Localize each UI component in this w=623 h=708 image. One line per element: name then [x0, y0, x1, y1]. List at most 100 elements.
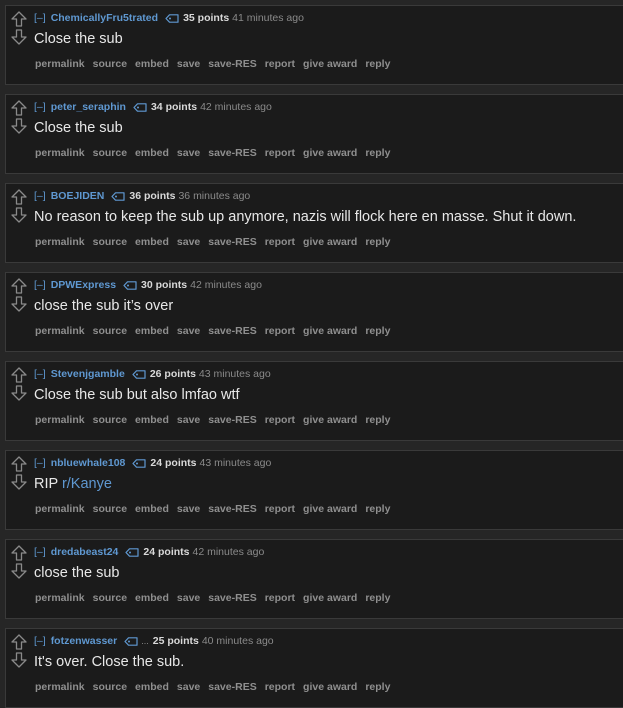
permalink-button[interactable]: permalink [35, 58, 85, 70]
save-res-button[interactable]: save-RES [208, 503, 256, 515]
report-button[interactable]: report [265, 325, 295, 337]
permalink-button[interactable]: permalink [35, 503, 85, 515]
give-award-button[interactable]: give award [303, 414, 357, 426]
downvote-arrow-icon[interactable] [11, 296, 27, 312]
give-award-button[interactable]: give award [303, 681, 357, 693]
upvote-arrow-icon[interactable] [11, 11, 27, 27]
source-button[interactable]: source [93, 147, 127, 159]
reply-button[interactable]: reply [365, 503, 390, 515]
embed-button[interactable]: embed [135, 681, 169, 693]
report-button[interactable]: report [265, 58, 295, 70]
reply-button[interactable]: reply [365, 681, 390, 693]
save-button[interactable]: save [177, 147, 200, 159]
reply-button[interactable]: reply [365, 325, 390, 337]
permalink-button[interactable]: permalink [35, 325, 85, 337]
save-button[interactable]: save [177, 592, 200, 604]
reply-button[interactable]: reply [365, 592, 390, 604]
permalink-button[interactable]: permalink [35, 681, 85, 693]
save-res-button[interactable]: save-RES [208, 681, 256, 693]
source-button[interactable]: source [93, 236, 127, 248]
downvote-arrow-icon[interactable] [11, 652, 27, 668]
report-button[interactable]: report [265, 236, 295, 248]
comment-author[interactable]: nbluewhale108 [51, 457, 126, 469]
source-button[interactable]: source [93, 325, 127, 337]
embed-button[interactable]: embed [135, 147, 169, 159]
give-award-button[interactable]: give award [303, 147, 357, 159]
collapse-toggle[interactable]: [–] [34, 279, 46, 291]
collapse-toggle[interactable]: [–] [34, 457, 46, 469]
upvote-arrow-icon[interactable] [11, 100, 27, 116]
embed-button[interactable]: embed [135, 236, 169, 248]
permalink-button[interactable]: permalink [35, 147, 85, 159]
upvote-arrow-icon[interactable] [11, 367, 27, 383]
collapse-toggle[interactable]: [–] [34, 190, 46, 202]
give-award-button[interactable]: give award [303, 592, 357, 604]
reply-button[interactable]: reply [365, 236, 390, 248]
give-award-button[interactable]: give award [303, 58, 357, 70]
give-award-button[interactable]: give award [303, 325, 357, 337]
give-award-button[interactable]: give award [303, 503, 357, 515]
report-button[interactable]: report [265, 503, 295, 515]
subreddit-link[interactable]: r/Kanye [62, 476, 112, 492]
comment-author[interactable]: dredabeast24 [51, 546, 119, 558]
report-button[interactable]: report [265, 414, 295, 426]
permalink-button[interactable]: permalink [35, 414, 85, 426]
flair-tag-icon [125, 548, 139, 557]
embed-button[interactable]: embed [135, 592, 169, 604]
collapse-toggle[interactable]: [–] [34, 368, 46, 380]
source-button[interactable]: source [93, 592, 127, 604]
comment-author[interactable]: fotzenwasser [51, 635, 118, 647]
downvote-arrow-icon[interactable] [11, 29, 27, 45]
downvote-arrow-icon[interactable] [11, 474, 27, 490]
comment-author[interactable]: ChemicallyFru5trated [51, 12, 158, 24]
reply-button[interactable]: reply [365, 147, 390, 159]
save-res-button[interactable]: save-RES [208, 325, 256, 337]
report-button[interactable]: report [265, 592, 295, 604]
collapse-toggle[interactable]: [–] [34, 101, 46, 113]
downvote-arrow-icon[interactable] [11, 385, 27, 401]
save-button[interactable]: save [177, 503, 200, 515]
save-res-button[interactable]: save-RES [208, 147, 256, 159]
collapse-toggle[interactable]: [–] [34, 635, 46, 647]
save-button[interactable]: save [177, 681, 200, 693]
save-res-button[interactable]: save-RES [208, 592, 256, 604]
save-res-button[interactable]: save-RES [208, 236, 256, 248]
reply-button[interactable]: reply [365, 58, 390, 70]
save-res-button[interactable]: save-RES [208, 414, 256, 426]
downvote-arrow-icon[interactable] [11, 563, 27, 579]
give-award-button[interactable]: give award [303, 236, 357, 248]
upvote-arrow-icon[interactable] [11, 189, 27, 205]
comment-author[interactable]: peter_seraphin [51, 101, 126, 113]
flair-tag-icon [132, 370, 146, 379]
source-button[interactable]: source [93, 414, 127, 426]
comment-author[interactable]: BOEJIDEN [51, 190, 105, 202]
source-button[interactable]: source [93, 58, 127, 70]
reply-button[interactable]: reply [365, 414, 390, 426]
upvote-arrow-icon[interactable] [11, 456, 27, 472]
report-button[interactable]: report [265, 147, 295, 159]
comment-author[interactable]: Stevenjgamble [51, 368, 125, 380]
downvote-arrow-icon[interactable] [11, 207, 27, 223]
save-button[interactable]: save [177, 414, 200, 426]
permalink-button[interactable]: permalink [35, 236, 85, 248]
permalink-button[interactable]: permalink [35, 592, 85, 604]
upvote-arrow-icon[interactable] [11, 634, 27, 650]
flair-tag-icon [123, 281, 137, 290]
save-res-button[interactable]: save-RES [208, 58, 256, 70]
embed-button[interactable]: embed [135, 58, 169, 70]
source-button[interactable]: source [93, 503, 127, 515]
save-button[interactable]: save [177, 58, 200, 70]
comment-author[interactable]: DPWExpress [51, 279, 116, 291]
upvote-arrow-icon[interactable] [11, 545, 27, 561]
save-button[interactable]: save [177, 236, 200, 248]
save-button[interactable]: save [177, 325, 200, 337]
embed-button[interactable]: embed [135, 503, 169, 515]
collapse-toggle[interactable]: [–] [34, 546, 46, 558]
downvote-arrow-icon[interactable] [11, 118, 27, 134]
embed-button[interactable]: embed [135, 325, 169, 337]
embed-button[interactable]: embed [135, 414, 169, 426]
upvote-arrow-icon[interactable] [11, 278, 27, 294]
collapse-toggle[interactable]: [–] [34, 12, 46, 24]
report-button[interactable]: report [265, 681, 295, 693]
source-button[interactable]: source [93, 681, 127, 693]
